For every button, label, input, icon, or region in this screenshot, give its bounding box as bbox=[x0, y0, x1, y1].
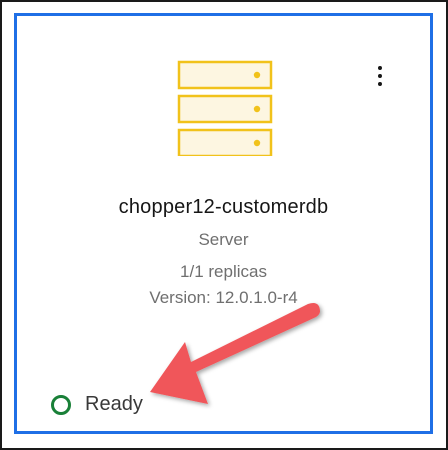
instance-type: Server bbox=[198, 230, 249, 249]
instance-tile[interactable]: chopper12-customerdb Server 1/1 replicas… bbox=[14, 13, 433, 434]
status-ready-icon bbox=[51, 394, 71, 415]
replica-count: 1/1 replicas bbox=[180, 262, 267, 281]
server-icon bbox=[177, 60, 273, 156]
status-label: Ready bbox=[85, 393, 143, 415]
instance-version: Version: 12.0.1.0-r4 bbox=[149, 288, 298, 307]
overflow-menu-icon[interactable] bbox=[372, 66, 388, 92]
status-indicator: Ready bbox=[51, 393, 143, 416]
instance-name: chopper12-customerdb bbox=[118, 196, 329, 218]
